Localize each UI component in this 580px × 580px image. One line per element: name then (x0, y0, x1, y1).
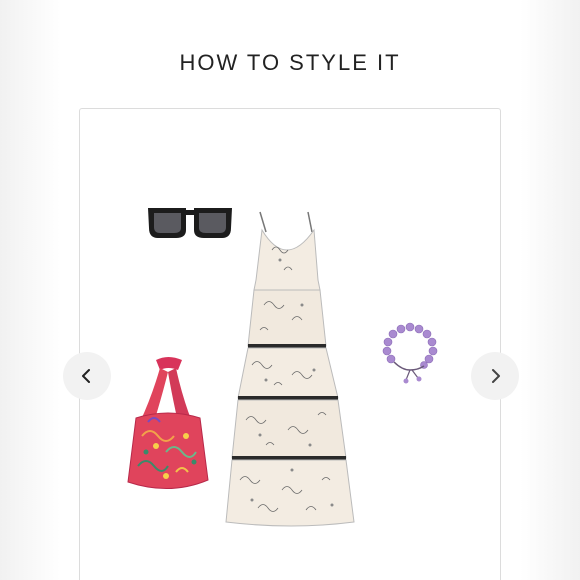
sunglasses-item[interactable] (146, 204, 234, 242)
bracelet-icon (382, 322, 438, 384)
carousel-next-button[interactable] (471, 352, 519, 400)
page-title: HOW TO STYLE IT (179, 50, 401, 75)
chevron-right-icon (492, 369, 500, 383)
style-it-page: HOW TO STYLE IT (0, 0, 580, 580)
sunglasses-icon (148, 208, 232, 238)
chevron-left-icon (82, 369, 90, 383)
dress-item[interactable] (222, 210, 358, 528)
bag-icon (127, 357, 209, 489)
handbag-item[interactable] (126, 356, 210, 496)
dress-icon (225, 211, 355, 527)
bracelet-item[interactable] (380, 320, 440, 386)
carousel-prev-button[interactable] (63, 352, 111, 400)
